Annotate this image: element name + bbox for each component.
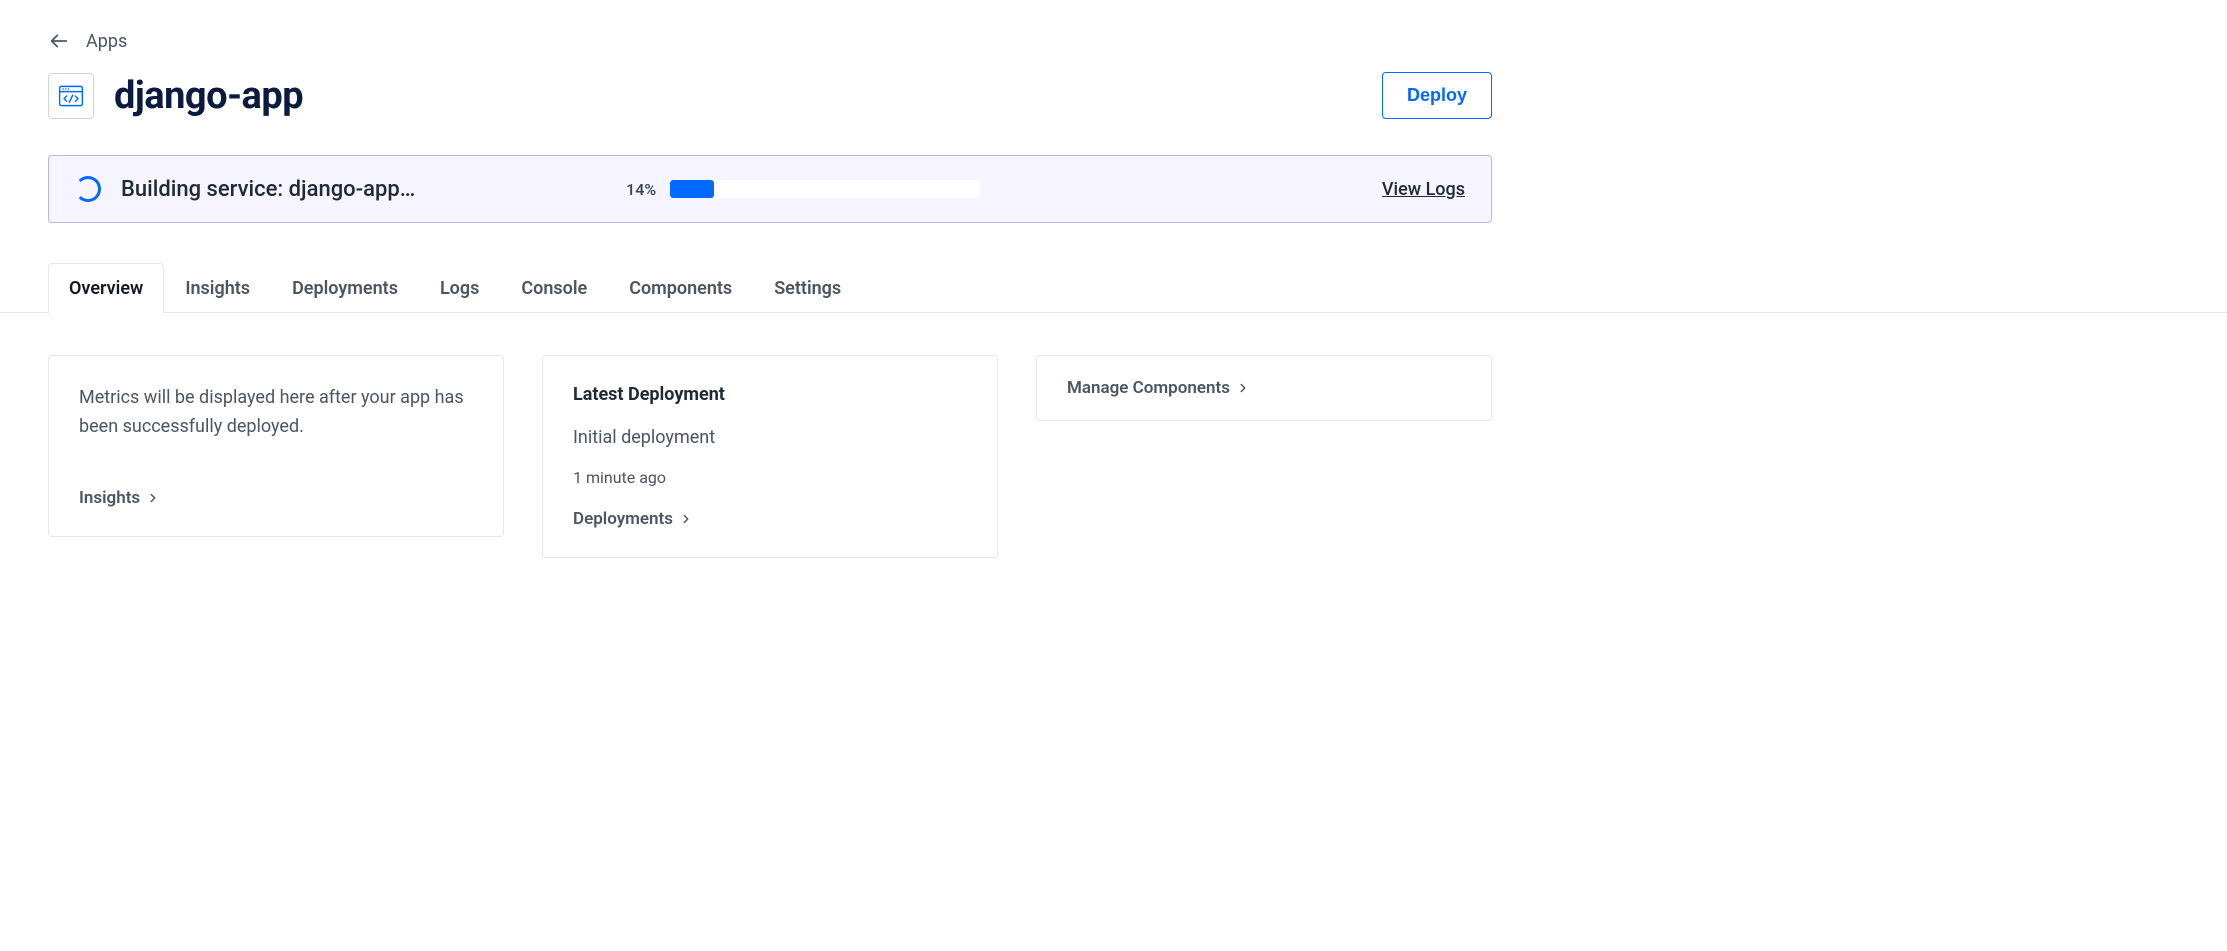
breadcrumb-apps-link[interactable]: Apps — [86, 31, 127, 52]
deployment-description: Initial deployment — [573, 427, 967, 448]
tabs: OverviewInsightsDeploymentsLogsConsoleCo… — [48, 263, 1492, 313]
build-status-banner: Building service: django-app… 14% View L… — [48, 155, 1492, 223]
overview-cards: Metrics will be displayed here after you… — [48, 313, 1492, 558]
insights-link-label: Insights — [79, 488, 140, 508]
deploy-button[interactable]: Deploy — [1382, 72, 1492, 119]
tab-deployments[interactable]: Deployments — [271, 263, 419, 313]
tab-settings[interactable]: Settings — [753, 263, 862, 313]
deployments-link[interactable]: Deployments — [573, 509, 693, 529]
tab-logs[interactable]: Logs — [419, 263, 500, 313]
progress-fill — [670, 180, 713, 198]
tab-overview[interactable]: Overview — [48, 263, 164, 314]
metrics-card: Metrics will be displayed here after you… — [48, 355, 504, 537]
app-icon — [48, 73, 94, 119]
progress-wrap: 14% — [626, 180, 980, 199]
manage-components-card: Manage Components — [1036, 355, 1492, 421]
breadcrumb: Apps — [48, 30, 1492, 52]
page-title: django-app — [114, 74, 303, 118]
tab-components[interactable]: Components — [608, 263, 753, 313]
latest-deployment-card: Latest Deployment Initial deployment 1 m… — [542, 355, 998, 558]
metrics-placeholder-text: Metrics will be displayed here after you… — [79, 384, 473, 442]
tab-insights[interactable]: Insights — [164, 263, 271, 313]
back-arrow-icon[interactable] — [48, 30, 70, 52]
title-group: django-app — [48, 73, 303, 119]
chevron-right-icon — [679, 512, 693, 526]
progress-percent: 14% — [626, 180, 656, 199]
insights-link[interactable]: Insights — [79, 488, 160, 508]
manage-components-label: Manage Components — [1067, 378, 1230, 398]
tab-console[interactable]: Console — [500, 263, 608, 313]
latest-deployment-heading: Latest Deployment — [573, 384, 967, 405]
view-logs-link[interactable]: View Logs — [1382, 179, 1465, 200]
deployment-timestamp: 1 minute ago — [573, 468, 967, 487]
build-status-text: Building service: django-app… — [121, 177, 415, 202]
progress-bar — [670, 180, 980, 198]
header: django-app Deploy — [48, 72, 1492, 119]
spinner-icon — [75, 176, 101, 202]
chevron-right-icon — [146, 491, 160, 505]
chevron-right-icon — [1236, 381, 1250, 395]
deployments-link-label: Deployments — [573, 509, 673, 529]
manage-components-link[interactable]: Manage Components — [1067, 378, 1250, 398]
